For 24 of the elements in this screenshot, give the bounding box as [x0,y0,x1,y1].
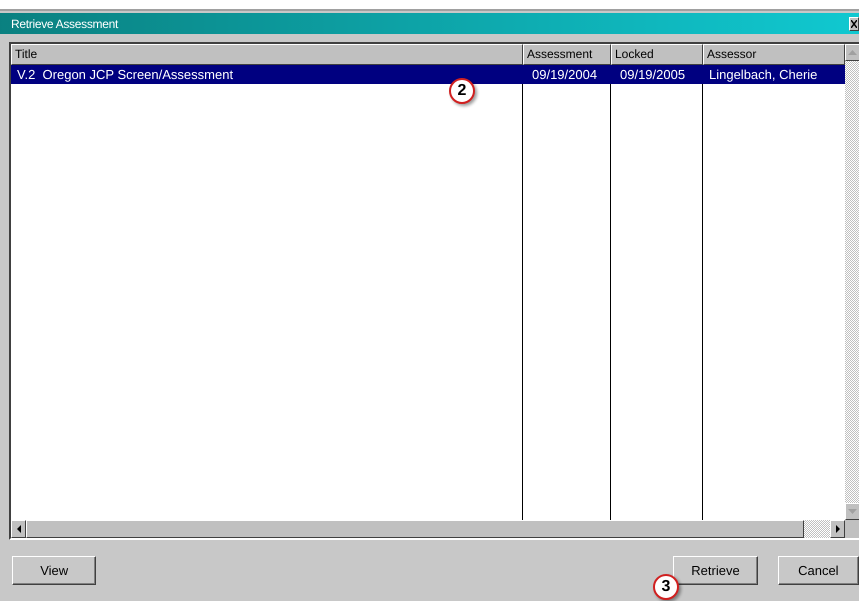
scroll-down-button[interactable] [845,503,859,520]
table-cell-text: Lingelbach, Cherie [708,67,818,82]
table-row[interactable]: V.2 Oregon JCP Screen/Assessment 09/19/2004 09/19/2005 Lingelbach, Cherie [11,65,845,84]
up-arrow-icon [848,50,857,55]
table-cell-text: V.2 Oregon JCP Screen/Assessment [16,67,234,82]
close-icon [851,20,857,28]
scroll-up-button[interactable] [845,44,859,61]
right-arrow-icon [836,525,840,533]
down-arrow-icon [848,509,857,514]
column-header[interactable]: Assessor [703,44,845,65]
callout-number: 3 [653,574,679,600]
table-cell-text: 09/19/2005 [619,67,686,82]
scroll-left-button[interactable] [11,520,26,538]
view-button[interactable]: View [12,556,96,585]
table-cell-text: 09/19/2004 [531,67,598,82]
left-arrow-icon [16,525,20,533]
scroll-right-button[interactable] [830,520,845,538]
column-header[interactable]: Title [11,44,523,65]
window-title: Retrieve Assessment [10,16,118,30]
close-button[interactable] [849,16,859,30]
retrieve-button[interactable]: Retrieve [673,556,758,585]
column-header[interactable]: Locked [611,44,703,65]
cancel-button[interactable]: Cancel [778,556,859,585]
column-header[interactable]: Assessment [523,44,611,65]
